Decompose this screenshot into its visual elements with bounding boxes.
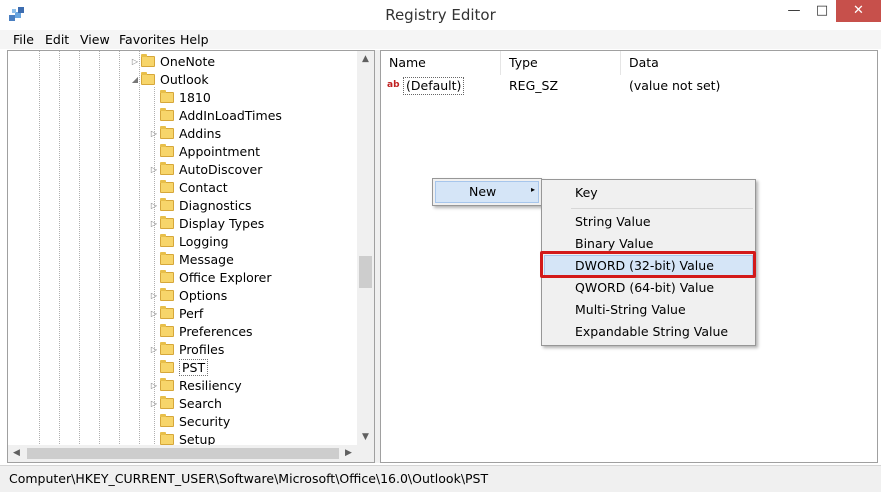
folder-icon	[160, 233, 174, 247]
folder-icon	[160, 215, 174, 229]
folder-icon	[160, 359, 174, 373]
key-tree-pane[interactable]: ▷ OneNote ◢ Outlook 1810 AddInLoadTimes …	[7, 50, 375, 463]
expand-icon[interactable]: ▷	[148, 219, 160, 228]
folder-icon	[160, 323, 174, 337]
tree-item-appointment[interactable]: Appointment	[148, 142, 260, 160]
menu-help[interactable]: Help	[180, 32, 209, 47]
submenu-string-value[interactable]: String Value	[542, 211, 755, 233]
context-menu-new[interactable]: New ▸	[435, 181, 539, 203]
tree-vertical-scrollbar[interactable]: ▲ ▼	[357, 51, 374, 446]
minimize-button[interactable]: —	[780, 0, 808, 22]
folder-icon	[160, 287, 174, 301]
status-bar: Computer\HKEY_CURRENT_USER\Software\Micr…	[0, 465, 881, 492]
folder-icon	[160, 431, 174, 445]
collapse-icon[interactable]: ◢	[129, 75, 141, 84]
submenu-arrow-icon: ▸	[531, 185, 536, 194]
folder-icon	[160, 143, 174, 157]
tree-guide-line	[39, 51, 40, 446]
folder-icon	[141, 53, 155, 67]
scroll-right-icon[interactable]: ▶	[340, 445, 357, 462]
tree-horizontal-scrollbar[interactable]: ◀ ▶	[8, 445, 374, 462]
tree-item-resiliency[interactable]: ▷ Resiliency	[148, 376, 242, 394]
menu-view[interactable]: View	[80, 32, 110, 47]
expand-icon[interactable]: ▷	[129, 57, 141, 66]
annotation-highlight-box	[540, 251, 756, 278]
value-name-cell[interactable]: (Default)	[403, 77, 465, 95]
tree-item-security[interactable]: Security	[148, 412, 230, 430]
column-header-name[interactable]: Name	[381, 51, 501, 75]
close-button[interactable]: ✕	[836, 0, 881, 22]
tree-item-outlook[interactable]: ◢ Outlook	[129, 70, 209, 88]
scroll-down-icon[interactable]: ▼	[357, 429, 374, 446]
folder-icon	[160, 377, 174, 391]
expand-icon[interactable]: ▷	[148, 129, 160, 138]
tree-item-logging[interactable]: Logging	[148, 232, 229, 250]
submenu-qword-value[interactable]: QWORD (64-bit) Value	[542, 277, 755, 299]
folder-icon	[160, 179, 174, 193]
expand-icon[interactable]: ▷	[148, 399, 160, 408]
folder-icon	[160, 305, 174, 319]
submenu-key[interactable]: Key	[542, 182, 755, 204]
tree-item-1810[interactable]: 1810	[148, 88, 211, 106]
expand-icon[interactable]: ▷	[148, 345, 160, 354]
tree-guide-line	[119, 51, 120, 446]
expand-icon[interactable]: ▷	[148, 381, 160, 390]
tree-item-onenote[interactable]: ▷ OneNote	[129, 52, 215, 70]
tree-item-diagnostics[interactable]: ▷ Diagnostics	[148, 196, 252, 214]
folder-icon	[160, 89, 174, 103]
folder-icon	[160, 107, 174, 121]
scroll-thumb[interactable]	[27, 448, 339, 459]
menu-bar: File Edit View Favorites Help	[0, 30, 881, 49]
scroll-left-icon[interactable]: ◀	[8, 445, 25, 462]
value-type-cell: REG_SZ	[509, 78, 559, 93]
column-header-type[interactable]: Type	[501, 51, 621, 75]
window-title: Registry Editor	[385, 6, 496, 24]
expand-icon[interactable]: ▷	[148, 309, 160, 318]
menu-edit[interactable]: Edit	[45, 32, 69, 47]
title-bar: Registry Editor — □ ✕	[0, 0, 881, 30]
tree-item-perf[interactable]: ▷ Perf	[148, 304, 203, 322]
tree-item-display-types[interactable]: ▷ Display Types	[148, 214, 264, 232]
tree-guide-line	[79, 51, 80, 446]
folder-icon	[141, 71, 155, 85]
value-data-cell: (value not set)	[629, 78, 721, 93]
folder-icon	[160, 269, 174, 283]
submenu-expandable-string-value[interactable]: Expandable String Value	[542, 321, 755, 343]
tree-item-options[interactable]: ▷ Options	[148, 286, 227, 304]
folder-icon	[160, 341, 174, 355]
tree-guide-line	[99, 51, 100, 446]
expand-icon[interactable]: ▷	[148, 291, 160, 300]
folder-icon	[160, 197, 174, 211]
status-path: Computer\HKEY_CURRENT_USER\Software\Micr…	[9, 471, 489, 486]
tree-item-profiles[interactable]: ▷ Profiles	[148, 340, 224, 358]
folder-icon	[160, 395, 174, 409]
tree-item-contact[interactable]: Contact	[148, 178, 228, 196]
menu-separator	[571, 208, 753, 209]
folder-icon	[160, 125, 174, 139]
tree-item-autodiscover[interactable]: ▷ AutoDiscover	[148, 160, 262, 178]
scroll-thumb[interactable]	[359, 256, 372, 288]
tree-item-pst[interactable]: PST	[148, 358, 209, 376]
context-menu: New ▸	[432, 178, 542, 206]
tree-item-search[interactable]: ▷ Search	[148, 394, 222, 412]
tree-item-addinloadtimes[interactable]: AddInLoadTimes	[148, 106, 282, 124]
tree-item-office-explorer[interactable]: Office Explorer	[148, 268, 272, 286]
folder-icon	[160, 161, 174, 175]
folder-icon	[160, 413, 174, 427]
menu-favorites[interactable]: Favorites	[119, 32, 175, 47]
submenu-multi-string-value[interactable]: Multi-String Value	[542, 299, 755, 321]
column-header-data[interactable]: Data	[621, 51, 877, 75]
maximize-button[interactable]: □	[808, 0, 836, 22]
tree-item-message[interactable]: Message	[148, 250, 234, 268]
menu-file[interactable]: File	[13, 32, 34, 47]
tree-item-preferences[interactable]: Preferences	[148, 322, 253, 340]
expand-icon[interactable]: ▷	[148, 165, 160, 174]
folder-icon	[160, 251, 174, 265]
string-value-icon: ab	[387, 80, 400, 90]
scroll-up-icon[interactable]: ▲	[357, 51, 374, 68]
tree-guide-line	[139, 51, 140, 446]
tree-guide-line	[59, 51, 60, 446]
expand-icon[interactable]: ▷	[148, 201, 160, 210]
tree-item-addins[interactable]: ▷ Addins	[148, 124, 221, 142]
